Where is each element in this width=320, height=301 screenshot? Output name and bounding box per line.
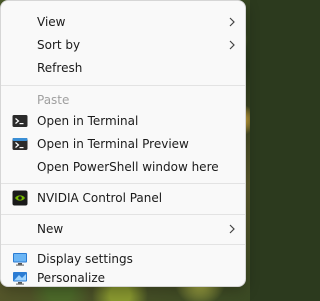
menu-item-paste[interactable]: Paste xyxy=(5,89,241,111)
menu-item-view[interactable]: View xyxy=(5,11,241,33)
menu-item-personalize[interactable]: Personalize xyxy=(5,267,241,289)
menu-item-label: View xyxy=(37,15,66,29)
menu-item-label: Open in Terminal Preview xyxy=(37,137,189,151)
menu-item-nvidia-control-panel[interactable]: NVIDIA Control Panel xyxy=(5,187,241,209)
chevron-right-icon xyxy=(229,40,235,50)
menu-item-open-powershell[interactable]: Open PowerShell window here xyxy=(5,156,241,178)
menu-item-label: Personalize xyxy=(37,271,106,285)
menu-item-label: Display settings xyxy=(37,252,133,266)
menu-separator xyxy=(1,183,245,184)
terminal-preview-icon xyxy=(12,138,28,150)
menu-item-label: Open PowerShell window here xyxy=(37,160,219,174)
menu-item-label: Refresh xyxy=(37,61,83,75)
personalize-icon xyxy=(13,272,27,285)
display-icon xyxy=(13,253,27,266)
menu-item-label: New xyxy=(37,222,64,236)
menu-separator xyxy=(1,214,245,215)
chevron-right-icon xyxy=(229,224,235,234)
menu-separator xyxy=(1,244,245,245)
menu-item-label: Open in Terminal xyxy=(37,114,139,128)
menu-item-label: Sort by xyxy=(37,38,81,52)
menu-item-open-in-terminal-preview[interactable]: Open in Terminal Preview xyxy=(5,133,241,155)
nvidia-icon xyxy=(12,190,28,206)
menu-item-new[interactable]: New xyxy=(5,218,241,240)
menu-item-sort-by[interactable]: Sort by xyxy=(5,34,241,56)
desktop-context-menu: View Sort by Refresh Paste Open in Termi… xyxy=(0,0,246,287)
menu-item-open-in-terminal[interactable]: Open in Terminal xyxy=(5,110,241,132)
menu-separator xyxy=(1,85,245,86)
menu-item-label: Paste xyxy=(37,93,70,107)
terminal-icon xyxy=(12,115,28,127)
menu-item-label: NVIDIA Control Panel xyxy=(37,191,163,205)
menu-item-refresh[interactable]: Refresh xyxy=(5,57,241,79)
chevron-right-icon xyxy=(229,17,235,27)
